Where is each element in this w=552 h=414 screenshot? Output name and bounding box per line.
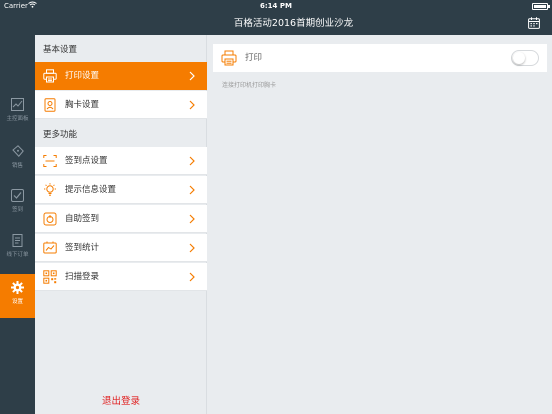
battery-indicator — [532, 0, 550, 12]
header-bar: 百格活动2016首期创业沙龙 — [35, 12, 552, 35]
printer-icon — [43, 69, 57, 83]
receipt-icon — [12, 234, 23, 247]
chevron-right-icon — [189, 272, 195, 282]
ticket-icon — [12, 145, 24, 157]
menu-item-label: 打印设置 — [65, 71, 100, 81]
nav-item-label: 主控面板 — [6, 116, 29, 122]
printer-icon — [221, 50, 237, 66]
menu-item-prompt-settings[interactable]: 提示信息设置 — [35, 176, 207, 204]
clock: 6:14 PM — [260, 2, 292, 10]
nav-item-label: 销售 — [11, 163, 23, 169]
nav-item-label: 线下订单 — [6, 252, 29, 258]
menu-item-scan-login[interactable]: 扫描登录 — [35, 263, 207, 291]
scan-frame-icon — [43, 155, 57, 167]
checkbox-icon — [11, 189, 24, 202]
bulb-icon — [44, 183, 56, 196]
menu-item-badge-settings[interactable]: 胸卡设置 — [35, 91, 207, 119]
nav-item-settings[interactable]: 设置 — [0, 274, 35, 318]
calendar-icon[interactable] — [528, 17, 540, 29]
menu-item-checkin-point[interactable]: 签到点设置 — [35, 147, 207, 175]
menu-item-label: 胸卡设置 — [65, 100, 100, 110]
dashboard-icon — [11, 98, 24, 111]
menu-item-label: 签到点设置 — [65, 156, 108, 166]
menu-item-label: 扫描登录 — [65, 272, 100, 282]
print-toggle-row: 打印 — [213, 44, 547, 72]
nav-item-label: 签到 — [11, 207, 23, 213]
nav-rail: 主控面板 销售 签到 线下订单 设置 — [0, 12, 35, 414]
nav-item-sales[interactable]: 销售 — [0, 145, 35, 189]
nav-item-dashboard[interactable]: 主控面板 — [0, 98, 35, 142]
self-checkin-icon — [43, 212, 57, 226]
print-hint-text: 连接打印机打印胸卡 — [222, 82, 277, 89]
chevron-right-icon — [189, 156, 195, 166]
gear-icon — [11, 281, 24, 294]
menu-item-checkin-stats[interactable]: 签到统计 — [35, 234, 207, 262]
menu-item-label: 提示信息设置 — [65, 185, 117, 195]
logout-button[interactable]: 退出登录 — [35, 393, 207, 407]
print-settings-panel: 打印 连接打印机打印胸卡 — [208, 35, 552, 414]
chevron-right-icon — [189, 100, 195, 110]
status-bar: Carrier 6:14 PM — [0, 0, 552, 12]
badge-icon — [44, 98, 56, 112]
nav-item-label: 设置 — [11, 299, 23, 305]
page-title: 百格活动2016首期创业沙龙 — [233, 18, 354, 29]
menu-item-label: 自助签到 — [65, 214, 100, 224]
menu-item-print-settings[interactable]: 打印设置 — [35, 62, 207, 90]
stats-icon — [43, 241, 57, 254]
menu-item-label: 签到统计 — [65, 243, 100, 253]
nav-item-checkin[interactable]: 签到 — [0, 189, 35, 233]
settings-menu: 基本设置 打印设置 胸卡设置 更多功能 签到点设置 提示信息设置 自助签到 签到… — [35, 35, 207, 414]
section-header-more: 更多功能 — [43, 130, 78, 140]
battery-icon — [532, 2, 550, 10]
chevron-right-icon — [189, 214, 195, 224]
chevron-right-icon — [189, 71, 195, 81]
section-header-basic: 基本设置 — [43, 45, 78, 55]
chevron-right-icon — [189, 243, 195, 253]
nav-item-offline-orders[interactable]: 线下订单 — [0, 234, 35, 278]
print-label: 打印 — [245, 53, 263, 63]
qrcode-icon — [43, 270, 57, 284]
chevron-right-icon — [189, 185, 195, 195]
print-toggle[interactable] — [511, 50, 539, 66]
menu-item-self-checkin[interactable]: 自助签到 — [35, 205, 207, 233]
toggle-knob — [513, 52, 525, 64]
